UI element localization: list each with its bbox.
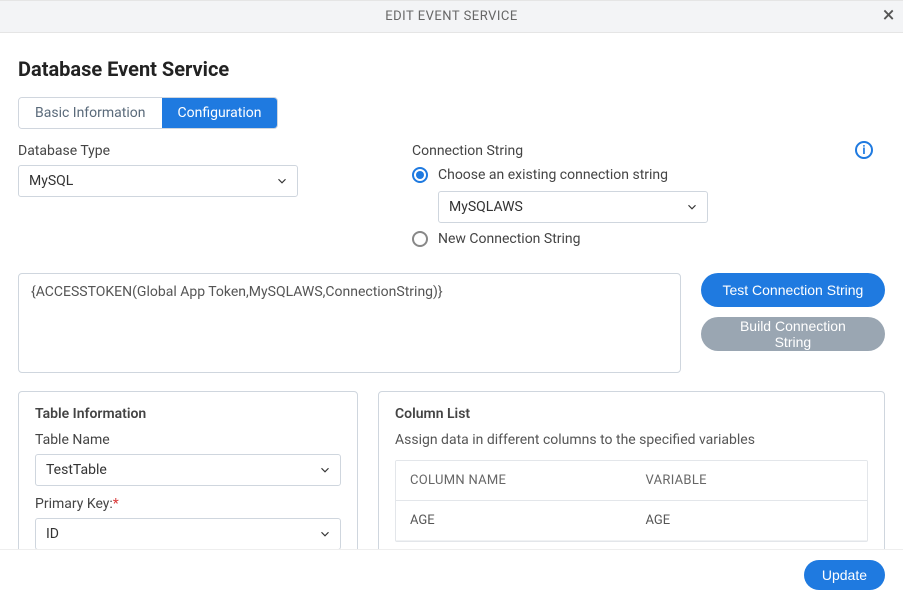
primary-key-label: Primary Key:* [35,496,341,512]
info-icon[interactable]: i [855,141,873,159]
column-list-title: Column List [395,406,868,422]
td-variable: AGE [632,501,868,540]
table-name-field: Table Name TestTable [35,432,341,486]
chevron-down-icon [318,527,332,541]
database-type-block: Database Type MySQL [18,143,388,197]
table-name-select[interactable]: TestTable [35,454,341,486]
connection-string-textarea[interactable]: {ACCESSTOKEN(Global App Token,MySQLAWS,C… [18,273,681,373]
existing-connection-select[interactable]: MySQLAWS [438,191,708,223]
tabs: Basic Information Configuration [18,97,278,129]
column-list-panel: Column List Assign data in different col… [378,391,885,571]
tab-basic-information[interactable]: Basic Information [19,98,162,128]
edit-event-service-modal: EDIT EVENT SERVICE × Database Event Serv… [0,0,903,599]
radio-new[interactable] [412,231,428,247]
connection-buttons: Test Connection String Build Connection … [701,273,885,351]
chevron-down-icon [685,200,699,214]
connection-string-block: i Connection String Choose an existing c… [412,143,885,255]
config-top-row: Database Type MySQL i Connection String … [18,143,885,255]
td-column-name: AGE [396,501,632,540]
column-list-subtitle: Assign data in different columns to the … [395,432,868,448]
table-information-panel: Table Information Table Name TestTable P… [18,391,358,571]
database-type-value: MySQL [29,173,73,189]
build-connection-button[interactable]: Build Connection String [701,317,885,351]
chevron-down-icon [275,174,289,188]
table-row[interactable]: AGE AGE [396,501,867,541]
chevron-down-icon [318,463,332,477]
database-type-select[interactable]: MySQL [18,165,298,197]
page-title: Database Event Service [18,57,885,81]
required-asterisk: * [113,496,119,512]
tab-configuration[interactable]: Configuration [162,98,278,128]
close-icon[interactable]: × [883,5,895,27]
connection-edit-row: {ACCESSTOKEN(Global App Token,MySQLAWS,C… [18,273,885,373]
test-connection-button[interactable]: Test Connection String [701,273,885,307]
existing-connection-value: MySQLAWS [449,199,523,215]
radio-existing-row: Choose an existing connection string [412,167,885,183]
panels-row: Table Information Table Name TestTable P… [18,391,885,571]
connection-string-label: Connection String [412,143,885,159]
modal-title: EDIT EVENT SERVICE [385,9,518,24]
th-variable: VARIABLE [632,461,868,500]
radio-existing[interactable] [412,167,428,183]
primary-key-select[interactable]: ID [35,518,341,550]
primary-key-value: ID [46,526,59,542]
database-type-label: Database Type [18,143,388,159]
radio-new-row: New Connection String [412,231,885,247]
th-column-name: COLUMN NAME [396,461,632,500]
connection-string-text: {ACCESSTOKEN(Global App Token,MySQLAWS,C… [31,284,443,300]
modal-body: Database Event Service Basic Information… [0,33,903,599]
primary-key-field: Primary Key:* ID [35,496,341,550]
table-header: COLUMN NAME VARIABLE [396,461,867,501]
radio-new-label: New Connection String [438,231,581,247]
modal-footer: Update [0,549,903,599]
modal-header: EDIT EVENT SERVICE × [0,1,903,33]
table-information-title: Table Information [35,406,341,422]
update-button[interactable]: Update [804,560,885,590]
column-list-table: COLUMN NAME VARIABLE AGE AGE [395,460,868,542]
table-name-value: TestTable [46,462,107,478]
radio-existing-label: Choose an existing connection string [438,167,668,183]
table-name-label: Table Name [35,432,341,448]
